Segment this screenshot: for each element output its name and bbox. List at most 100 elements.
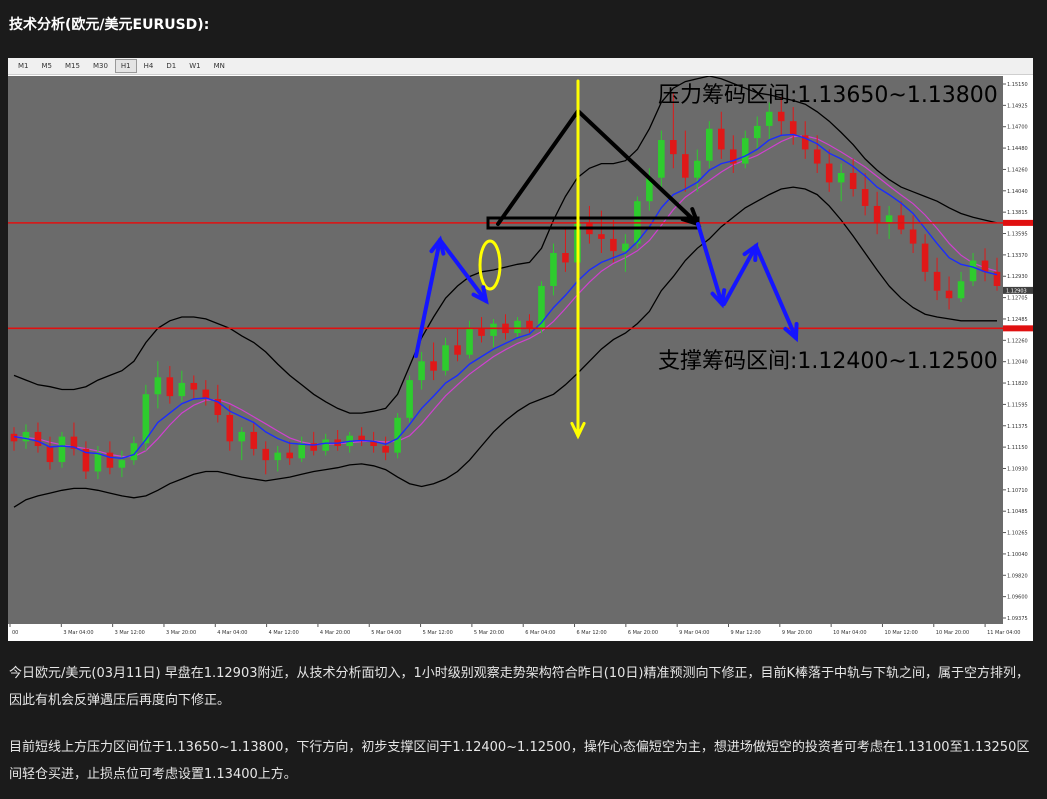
candle-body — [490, 323, 497, 336]
x-tick-label: 6 Mar 04:00 — [525, 630, 555, 636]
y-tick-label: 1.10265 — [1007, 531, 1028, 537]
chart-frame: M1 M5 M15 M30 H1 H4 D1 W1 MN 1.15150 1.14925 1.147… — [8, 58, 1033, 641]
candle-body — [861, 188, 869, 206]
candle-body — [322, 439, 329, 451]
candle-body — [178, 382, 186, 397]
y-tick-label: 1.09820 — [1007, 573, 1028, 579]
y-tick-label: 1.10710 — [1007, 488, 1028, 494]
candle-body — [921, 243, 929, 272]
candle-body — [526, 320, 533, 329]
y-tick-label: 1.10485 — [1007, 509, 1028, 515]
y-tick-label: 1.12930 — [1007, 274, 1028, 280]
support-level-line-tag — [1003, 325, 1033, 332]
candle-body — [957, 281, 965, 299]
x-tick-label: 9 Mar 20:00 — [782, 630, 812, 636]
x-tick-label: 10 Mar 20:00 — [936, 630, 969, 636]
x-tick-label: 4 Mar 04:00 — [217, 630, 247, 636]
candle-body — [250, 431, 258, 449]
candle-body — [789, 121, 797, 136]
candle-body — [262, 448, 270, 461]
timeframe-m1-button[interactable]: M1 — [12, 59, 35, 73]
y-tick-label: 1.13370 — [1007, 253, 1028, 259]
y-tick-label: 1.11820 — [1007, 381, 1028, 387]
y-tick-label: 1.14040 — [1007, 189, 1028, 195]
y-tick-label: 1.12260 — [1007, 338, 1028, 344]
timeframe-m30-button[interactable]: M30 — [87, 59, 114, 73]
timeframe-mn-button[interactable]: MN — [208, 59, 231, 73]
candle-body — [286, 452, 294, 459]
y-tick-label: 1.14260 — [1007, 167, 1028, 173]
analysis-paragraph-1: 今日欧元/美元(03月11日) 早盘在1.12903附近，从技术分析面切入，1小… — [9, 666, 1029, 708]
x-tick-label: 6 Mar 12:00 — [577, 630, 607, 636]
candle-body — [190, 382, 198, 390]
x-tick-label: 10 Mar 04:00 — [833, 630, 866, 636]
resistance-level-line-tag — [1003, 219, 1033, 226]
timeframe-d1-button[interactable]: D1 — [160, 59, 182, 73]
x-tick-label: 4 Mar 20:00 — [320, 630, 350, 636]
candle-body — [849, 172, 857, 189]
candle-body — [658, 140, 665, 178]
candle-body — [226, 414, 234, 442]
timeframe-m5-button[interactable]: M5 — [36, 59, 59, 73]
candle-body — [885, 215, 893, 223]
candle-body — [514, 320, 521, 334]
candle-body — [454, 345, 461, 355]
candle-body — [670, 140, 677, 155]
y-tick-label: 1.15150 — [1007, 82, 1028, 88]
x-tick-label: 5 Mar 12:00 — [423, 630, 453, 636]
resistance-zone-label: 压力筹码区间:1.13650~1.13800 — [658, 83, 998, 108]
timeframe-h4-button[interactable]: H4 — [138, 59, 160, 73]
candle-body — [969, 260, 977, 282]
candle-body — [562, 253, 569, 263]
candle-body — [478, 328, 485, 336]
price-chart[interactable]: 1.15150 1.14925 1.14700 1.14480 1.14260 1.140… — [8, 76, 1033, 641]
candle-body — [406, 380, 413, 418]
y-tick-label: 1.09375 — [1007, 616, 1028, 622]
candle-body — [598, 234, 605, 239]
y-tick-label: 1.11150 — [1007, 445, 1028, 451]
candle-body — [466, 328, 473, 355]
candle-body — [274, 452, 282, 461]
candle-body — [442, 345, 449, 371]
y-tick-label: 1.12705 — [1007, 296, 1028, 302]
candle-body — [945, 290, 953, 299]
timeframe-toolbar: M1 M5 M15 M30 H1 H4 D1 W1 MN — [8, 58, 1033, 75]
timeframe-w1-button[interactable]: W1 — [183, 59, 206, 73]
page-heading: 技术分析(欧元/美元EURUSD): — [9, 17, 210, 33]
x-tick-label: 9 Mar 12:00 — [730, 630, 760, 636]
candle-body — [430, 361, 437, 371]
candle-body — [550, 253, 557, 286]
candle-body — [58, 436, 66, 463]
candle-body — [22, 431, 30, 442]
candle-body — [765, 111, 773, 126]
candle-body — [106, 452, 114, 468]
candle-body — [933, 271, 941, 291]
candle-body — [382, 446, 389, 453]
candle-body — [837, 172, 845, 183]
candle-body — [741, 138, 749, 164]
timeframe-h1-button[interactable]: H1 — [114, 59, 137, 73]
candle-body — [753, 125, 761, 139]
candle-body — [418, 361, 425, 381]
candle-body — [298, 443, 306, 459]
candle-body — [118, 460, 126, 468]
analysis-paragraph-2: 目前短线上方压力区间位于1.13650~1.13800，下行方向，初步支撑区间于… — [9, 740, 1030, 782]
y-tick-label: 1.14480 — [1007, 146, 1028, 152]
x-tick-label: 00 — [12, 630, 18, 636]
candle-body — [154, 377, 162, 395]
y-tick-label: 1.10040 — [1007, 552, 1028, 558]
x-tick-label: 11 Mar 04:00 — [987, 630, 1020, 636]
y-tick-label: 1.10930 — [1007, 466, 1028, 472]
candle-body — [717, 128, 725, 150]
support-zone-label: 支撑筹码区间:1.12400~1.12500 — [658, 349, 998, 374]
y-tick-label: 1.12040 — [1007, 360, 1028, 366]
timeframe-m15-button[interactable]: M15 — [59, 59, 86, 73]
candle-body — [34, 431, 42, 447]
candle-body — [813, 149, 821, 164]
candle-body — [238, 431, 246, 442]
y-tick-label: 1.13815 — [1007, 210, 1028, 216]
y-tick-label: 1.12485 — [1007, 317, 1028, 323]
x-tick-label: 3 Mar 12:00 — [115, 630, 145, 636]
x-tick-label: 5 Mar 20:00 — [474, 630, 504, 636]
candle-body — [777, 111, 785, 122]
